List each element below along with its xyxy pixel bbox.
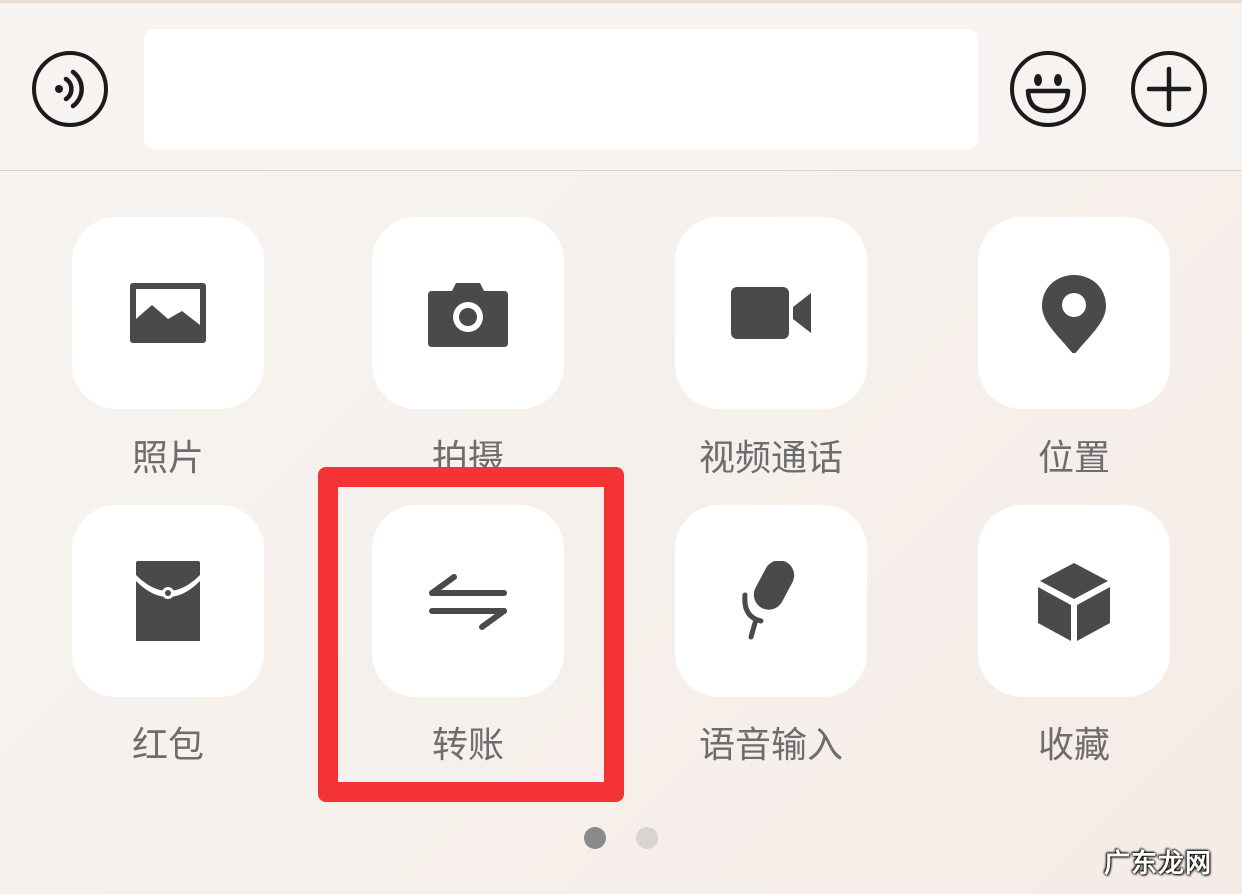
photo-label: 照片: [131, 438, 204, 479]
camera-tile[interactable]: [372, 217, 564, 409]
voice-button[interactable]: [32, 51, 108, 127]
input-bar-divider: [0, 170, 1242, 171]
plus-icon: [1146, 66, 1192, 112]
voice-input-icon: [742, 561, 795, 640]
page-dot-active[interactable]: [584, 827, 606, 849]
emoji-button[interactable]: [1010, 51, 1086, 127]
page-dot[interactable]: [636, 827, 658, 849]
video-call-label: 视频通话: [698, 438, 843, 479]
photo-tile[interactable]: [72, 217, 264, 409]
transfer-label: 转账: [431, 725, 504, 766]
red-packet-label: 红包: [131, 725, 204, 766]
watermark: 广东龙网: [1103, 849, 1212, 879]
location-icon: [1042, 275, 1106, 353]
favorites-icon: [1038, 563, 1110, 641]
emoji-icon: [1025, 74, 1071, 114]
location-label: 位置: [1037, 438, 1110, 479]
red-packet-icon: [136, 561, 200, 641]
location-tile[interactable]: [978, 217, 1170, 409]
favorites-tile[interactable]: [978, 505, 1170, 697]
more-button[interactable]: [1131, 51, 1207, 127]
video-call-icon: [731, 287, 811, 339]
red-packet-tile[interactable]: [72, 505, 264, 697]
transfer-icon: [429, 574, 507, 630]
camera-icon: [428, 283, 508, 347]
transfer-tile[interactable]: [372, 505, 564, 697]
camera-label: 拍摄: [431, 438, 504, 479]
voice-input-label: 语音输入: [698, 725, 843, 766]
voice-input-tile[interactable]: [675, 505, 867, 697]
favorites-label: 收藏: [1037, 725, 1110, 766]
message-input[interactable]: [144, 29, 978, 149]
video-call-tile[interactable]: [675, 217, 867, 409]
photo-icon: [130, 283, 206, 343]
chat-input-bar: [0, 3, 1242, 170]
voice-icon: [55, 69, 84, 109]
